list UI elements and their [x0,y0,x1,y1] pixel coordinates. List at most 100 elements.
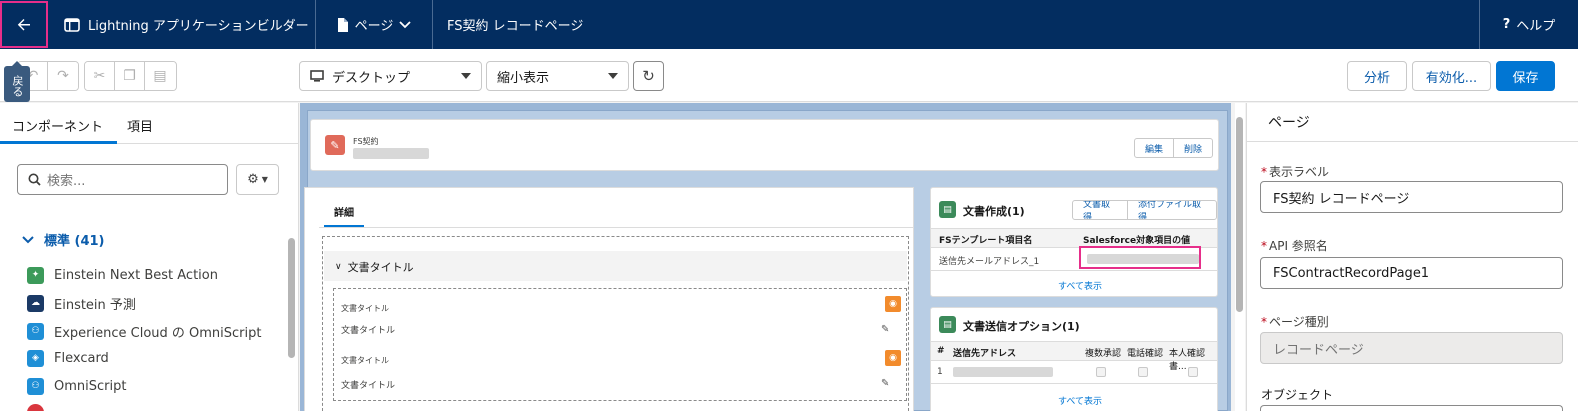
settings-menu-button[interactable]: ⚙ ▼ [236,164,279,195]
table-cell: 送信先メールアドレス_1 [939,257,1040,267]
label-input[interactable]: FS契約 レコードページ [1260,181,1563,213]
doc-buttons: 文書取得 添付ファイル取得 [1072,200,1217,220]
gear-icon: ⚙ [247,172,259,187]
card-title: 文書送信オプション(1) [963,320,1080,333]
redo-icon: ↷ [57,68,69,84]
highlights-panel[interactable]: ✎ FS契約 編集 削除 [310,119,1219,171]
component-item[interactable]: ◈ Flexcard [27,348,109,368]
component-item[interactable]: ⚇ Experience Cloud の OmniScript [27,321,261,341]
clipboard-group: ✂ ❐ ▤ [84,61,177,91]
cut-button[interactable]: ✂ [85,62,115,90]
type-field-label: * ページ種別 [1261,315,1329,329]
caret-down-icon: ▼ [261,175,268,184]
card-title: 文書作成(1) [963,205,1025,218]
divider [931,270,1217,271]
checkbox[interactable] [1096,367,1106,377]
refresh-icon: ↻ [642,67,655,85]
component-icon-partial [27,404,44,411]
cut-icon: ✂ [93,68,106,84]
delete-button[interactable]: 削除 [1174,139,1212,157]
checkbox[interactable] [1188,367,1198,377]
component-item[interactable]: ⚇ OmniScript [27,376,126,396]
chevron-down-icon [22,235,34,243]
eye-icon[interactable]: ◉ [885,350,901,366]
tab-detail[interactable]: 詳細 [334,204,354,219]
omniscript-icon: ⚇ [27,322,44,340]
detail-component[interactable]: 詳細 ∨ 文書タイトル 文書タイトル 文書タイトル ◉ ✎ 文書タイトル 文書タ… [304,187,914,411]
component-item[interactable]: ☁ Einstein 予測 [27,293,136,313]
caret-down-icon [461,73,471,79]
canvas-scrollbar[interactable] [1235,103,1245,411]
highlight-box [1079,246,1201,269]
device-select[interactable]: デスクトップ [299,61,482,91]
get-document-button[interactable]: 文書取得 [1073,201,1128,219]
components-panel: コンポーネント 項目 検索... ⚙ ▼ 標準 (41) ✦ Einstein Ne… [0,103,299,411]
tab-components[interactable]: コンポーネント [0,116,118,144]
edit-delete-group: 編集 削除 [1134,138,1214,158]
redo-button[interactable]: ↷ [48,62,78,90]
analyze-button[interactable]: 分析 [1347,61,1407,91]
view-all-link[interactable]: すべて表示 [1058,279,1102,292]
column-header: FSテンプレート項目名 [939,236,1033,246]
column-header: 電話確認 [1127,349,1164,359]
search-icon [28,173,41,186]
back-button[interactable] [0,1,48,48]
view-all-link[interactable]: すべて表示 [1058,394,1102,407]
chevron-down-icon: ∨ [335,262,342,272]
refresh-button[interactable]: ↻ [633,61,664,91]
field-value: 文書タイトル [341,326,396,336]
section-standard[interactable]: 標準 (41) [22,230,105,249]
copy-button[interactable]: ❐ [115,62,145,90]
left-scrollbar[interactable] [288,238,295,358]
einstein-nba-icon: ✦ [27,266,44,284]
omniscript-icon: ⚇ [27,377,44,395]
chevron-down-icon [399,20,412,28]
sidebar-column: ▤ 文書作成(1) 文書取得 添付ファイル取得 FSテンプレート項目名 Sale… [930,187,1218,411]
edit-button[interactable]: 編集 [1135,139,1175,157]
page-type-input: レコードページ [1260,332,1563,364]
eye-icon[interactable]: ◉ [885,296,901,312]
pencil-icon[interactable]: ✎ [881,324,889,335]
column-header: 複数承認 [1085,349,1122,359]
help-button[interactable]: ? ヘルプ [1479,0,1578,49]
record-page-title: FS契約 レコードページ [447,19,584,34]
tab-fields[interactable]: 項目 [127,116,153,135]
doc-create-card[interactable]: ▤ 文書作成(1) 文書取得 添付ファイル取得 FSテンプレート項目名 Sale… [930,187,1218,297]
record-name-redacted [353,148,429,159]
column-header: 送信先アドレス [953,349,1017,359]
row-number: 1 [937,367,943,377]
view-select[interactable]: 縮小表示 [486,61,629,91]
question-icon: ? [1502,17,1511,32]
get-attachment-button[interactable]: 添付ファイル取得 [1128,201,1216,219]
field-label: 文書タイトル [341,356,389,365]
checkbox[interactable] [1138,367,1148,377]
copy-icon: ❐ [123,68,136,84]
tab-divider [319,227,913,228]
api-field-label: * API 参照名 [1261,239,1328,253]
page-icon [337,17,348,32]
api-name-input[interactable]: FSContractRecordPage1 [1260,257,1563,289]
document-icon: ▤ [939,316,956,333]
field-frame [333,288,907,401]
send-option-card[interactable]: ▤ 文書送信オプション(1) # 送信先アドレス 複数承認 電話確認 本人確認書… [930,307,1218,411]
desktop-icon [310,70,324,82]
label-field-label: * 表示ラベル [1261,165,1330,179]
arrow-left-icon [17,18,30,30]
search-input[interactable]: 検索... [17,164,228,195]
divider [931,383,1217,384]
column-header: Salesforce対象項目の値 [1083,236,1191,246]
field-value: 文書タイトル [341,381,396,391]
component-item[interactable]: ✦ Einstein Next Best Action [27,265,218,285]
record-object-label: FS契約 [353,137,379,146]
toolbar: ↶ ↷ ✂ ❐ ▤ デスクトップ 縮小表示 ↻ 分析 有効化... 保存 [0,49,1578,102]
pencil-icon[interactable]: ✎ [881,378,889,389]
scroll-thumb[interactable] [1236,117,1243,312]
page-canvas: ✎ FS契約 編集 削除 詳細 ∨ 文書タイトル 文書タイトル 文書タイトル ◉… [300,103,1231,411]
object-input [1260,405,1563,411]
caret-down-icon [608,73,618,79]
page-menu-button[interactable]: ページ [316,0,433,49]
save-button[interactable]: 保存 [1496,61,1555,91]
paste-button[interactable]: ▤ [145,62,175,90]
activate-button[interactable]: 有効化... [1412,61,1491,91]
column-header: # [937,346,945,356]
